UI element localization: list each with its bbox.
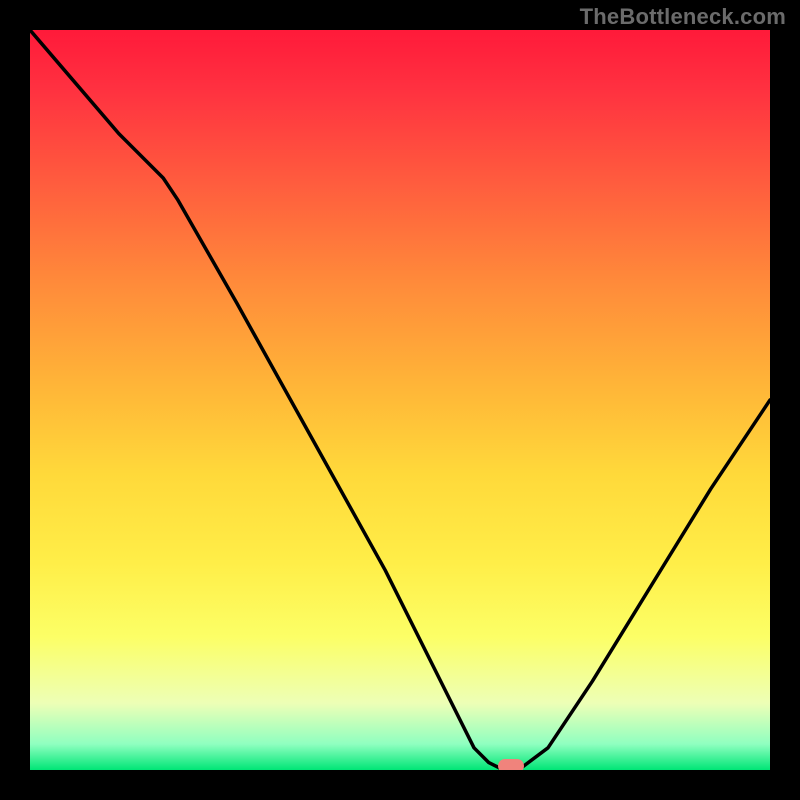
watermark-text: TheBottleneck.com — [580, 4, 786, 30]
chart-frame: TheBottleneck.com — [0, 0, 800, 800]
bottleneck-curve — [30, 30, 770, 770]
plot-area — [30, 30, 770, 770]
optimal-marker — [498, 759, 524, 770]
curve-line — [30, 30, 770, 770]
